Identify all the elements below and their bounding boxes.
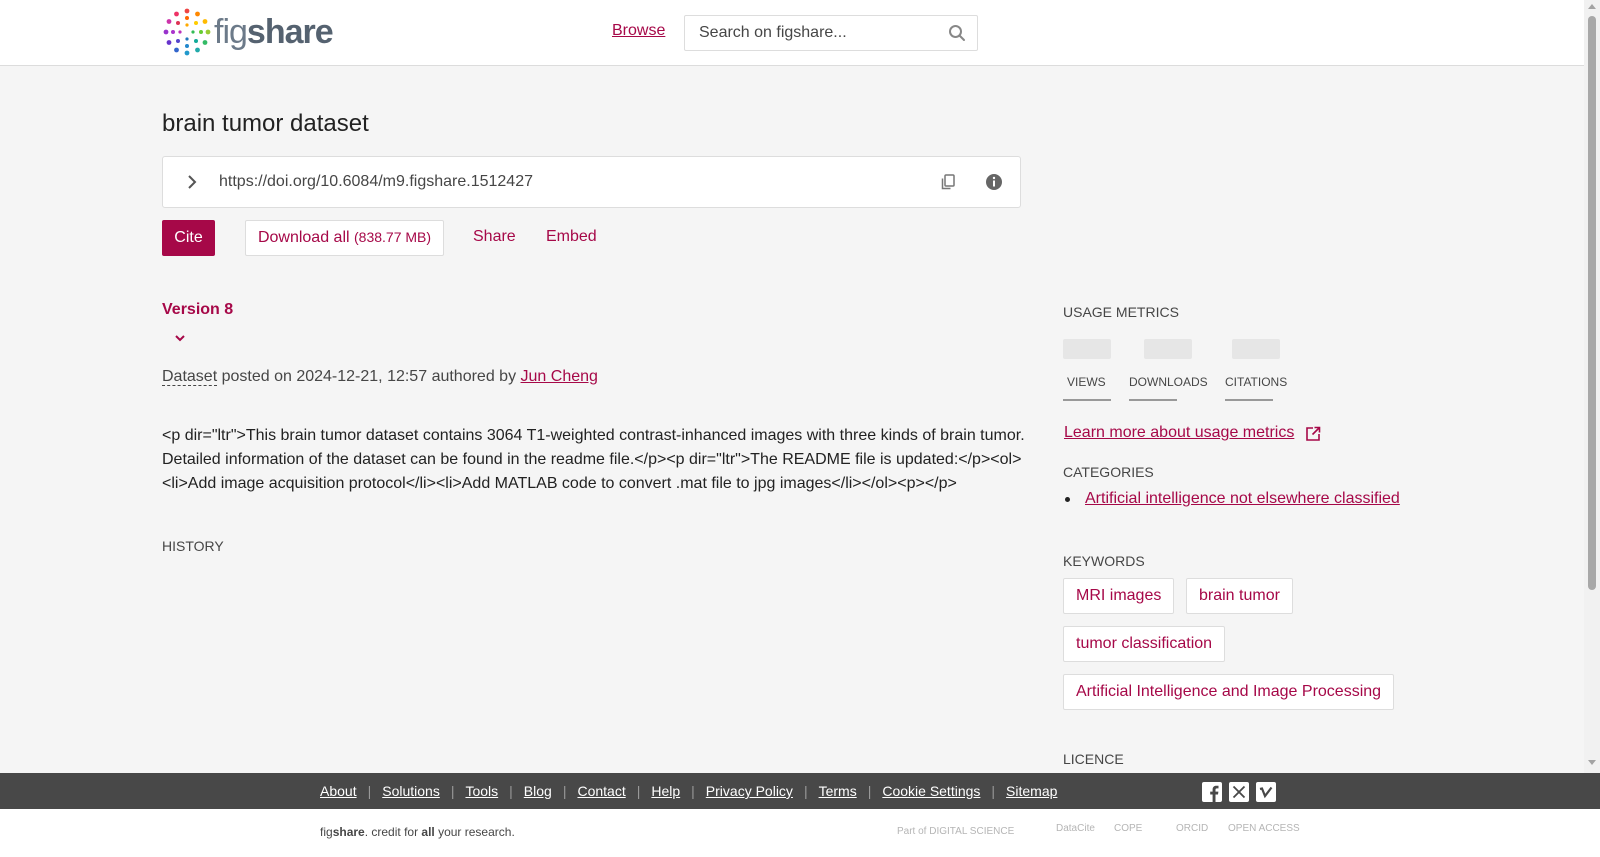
- version-selector[interactable]: Version 8: [162, 301, 233, 319]
- metric-views-underline: [1063, 399, 1111, 401]
- footer-nav: About | Solutions | Tools | Blog | Contact | …: [0, 773, 1600, 809]
- logo-fig: fig: [214, 13, 248, 51]
- cope-logo[interactable]: COPE: [1114, 823, 1142, 834]
- footer-separator: |: [636, 783, 641, 799]
- tagline-end: your research.: [434, 825, 515, 839]
- figshare-logo-icon: [163, 8, 211, 56]
- datacite-logo[interactable]: DataCite: [1056, 823, 1095, 834]
- footer-links: About | Solutions | Tools | Blog | Contact | …: [320, 783, 1057, 799]
- footer-bottom: figshare. credit for all your research. …: [0, 809, 1600, 857]
- keyword-tag[interactable]: tumor classification: [1063, 626, 1226, 662]
- metric-citations-placeholder: [1232, 339, 1280, 359]
- keyword-tag[interactable]: MRI images: [1063, 578, 1175, 614]
- info-icon[interactable]: [985, 173, 1003, 196]
- footer-separator: |: [867, 783, 872, 799]
- footer-separator: |: [509, 783, 513, 799]
- footer-link-privacy-policy[interactable]: Privacy Policy: [706, 783, 793, 799]
- metric-views-placeholder: [1063, 339, 1111, 359]
- browse-link[interactable]: Browse: [612, 22, 665, 40]
- licence-heading: LICENCE: [1063, 751, 1124, 767]
- footer-separator: |: [803, 783, 808, 799]
- item-description: <p dir="ltr">This brain tumor dataset co…: [162, 427, 1025, 492]
- tagline-share: share: [332, 825, 365, 839]
- x-twitter-icon[interactable]: [1229, 782, 1249, 802]
- tagline-mid: . credit for: [364, 825, 422, 839]
- download-size: (838.77 MB): [354, 229, 432, 245]
- footer-separator: |: [562, 783, 567, 799]
- item-type[interactable]: Dataset: [162, 368, 218, 386]
- logo-share: share: [246, 13, 334, 51]
- page-title: brain tumor dataset: [162, 110, 369, 137]
- footer-separator: |: [991, 783, 996, 799]
- scroll-down-arrow-icon[interactable]: [1588, 760, 1596, 765]
- learn-more-usage-metrics-link[interactable]: Learn more about usage metrics: [1064, 424, 1294, 442]
- figshare-logo[interactable]: figshare: [162, 7, 334, 57]
- keyword-tag[interactable]: Artificial Intelligence and Image Proces…: [1063, 674, 1395, 710]
- site-header: figshare Browse: [0, 0, 1584, 66]
- footer-link-sitemap[interactable]: Sitemap: [1006, 783, 1057, 799]
- metric-citations-label: CITATIONS: [1225, 375, 1288, 389]
- copy-icon[interactable]: [939, 173, 957, 196]
- categories-heading: CATEGORIES: [1063, 464, 1154, 480]
- footer-link-about[interactable]: About: [320, 783, 357, 799]
- metric-views-label: VIEWS: [1067, 375, 1106, 389]
- doi-bar: https://doi.org/10.6084/m9.figshare.1512…: [162, 156, 1021, 208]
- orcid-logo[interactable]: ORCID: [1176, 823, 1208, 834]
- footer-tagline: figshare. credit for all your research.: [320, 825, 515, 839]
- authored-by: authored by: [431, 368, 517, 385]
- footer-separator: |: [367, 783, 372, 799]
- search-icon[interactable]: [948, 24, 966, 47]
- footer-link-solutions[interactable]: Solutions: [382, 783, 440, 799]
- external-link-icon[interactable]: [1304, 425, 1322, 448]
- search-box: [684, 15, 978, 51]
- footer-separator: |: [691, 783, 695, 799]
- usage-metrics-heading: USAGE METRICS: [1063, 304, 1179, 320]
- keywords-heading: KEYWORDS: [1063, 553, 1145, 569]
- chevron-right-icon[interactable]: [183, 173, 201, 196]
- footer-separator: |: [450, 783, 455, 799]
- keyword-tag[interactable]: brain tumor: [1186, 578, 1293, 614]
- metric-downloads-placeholder: [1144, 339, 1192, 359]
- tagline-fig: fig: [320, 825, 333, 839]
- facebook-icon[interactable]: [1202, 782, 1222, 802]
- tagline-all: all: [421, 825, 435, 839]
- open-access-logo[interactable]: OPEN ACCESS: [1228, 823, 1300, 834]
- metric-citations-underline: [1225, 399, 1273, 401]
- category-link[interactable]: Artificial intelligence not elsewhere cl…: [1085, 490, 1400, 508]
- posted-line: Dataset posted on 2024-12-21, 12:57 auth…: [162, 368, 598, 386]
- posted-prefix: posted on: [221, 368, 292, 385]
- footer-link-tools[interactable]: Tools: [465, 783, 498, 799]
- footer-link-help[interactable]: Help: [651, 783, 680, 799]
- chevron-down-icon[interactable]: [174, 329, 186, 347]
- share-button[interactable]: Share: [473, 228, 516, 246]
- page-scrollbar[interactable]: [1584, 0, 1600, 773]
- vimeo-icon[interactable]: [1256, 782, 1276, 802]
- footer-link-contact[interactable]: Contact: [577, 783, 625, 799]
- footer-link-blog[interactable]: Blog: [524, 783, 552, 799]
- footer-link-cookie-settings[interactable]: Cookie Settings: [882, 783, 980, 799]
- scroll-thumb[interactable]: [1588, 16, 1596, 590]
- search-input[interactable]: [685, 16, 935, 50]
- download-all-button[interactable]: Download all (838.77 MB): [245, 220, 444, 256]
- doi-url[interactable]: https://doi.org/10.6084/m9.figshare.1512…: [219, 173, 533, 191]
- history-heading: HISTORY: [162, 538, 224, 554]
- scroll-up-arrow-icon[interactable]: [1588, 4, 1596, 9]
- cite-button[interactable]: Cite: [162, 220, 215, 256]
- metric-downloads-label: DOWNLOADS: [1129, 375, 1208, 389]
- footer-link-terms[interactable]: Terms: [819, 783, 857, 799]
- metric-downloads-underline: [1129, 399, 1177, 401]
- download-all-label: Download all: [257, 229, 350, 246]
- digital-science-logo[interactable]: Part of DIGITAL SCIENCE: [897, 826, 1014, 837]
- logo-wordmark: figshare: [214, 7, 334, 57]
- category-bullet: [1065, 497, 1070, 502]
- embed-button[interactable]: Embed: [546, 228, 597, 246]
- posted-date: 2024-12-21, 12:57: [296, 368, 428, 385]
- author-link[interactable]: Jun Cheng: [521, 368, 598, 385]
